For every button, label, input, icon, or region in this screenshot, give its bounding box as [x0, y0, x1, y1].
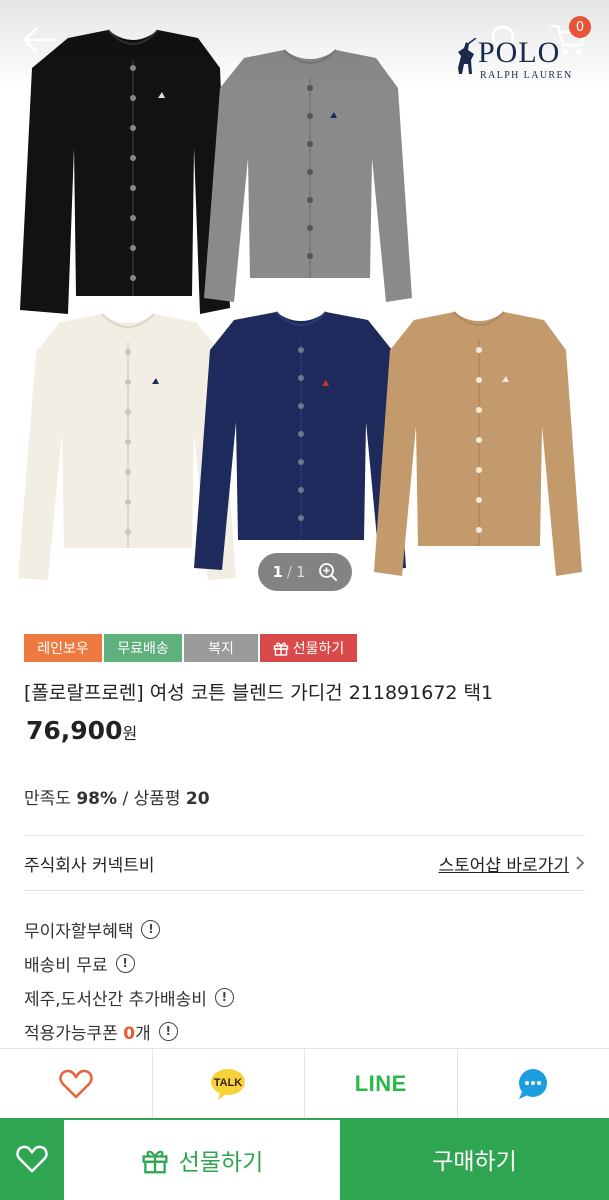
kakaotalk-label: TALK — [214, 1077, 243, 1089]
tag-welfare: 복지 — [184, 634, 258, 662]
tag-gift: 선물하기 — [260, 634, 357, 662]
product-image-camel-cardigan — [374, 311, 582, 576]
bottom-action-bar: 선물하기 구매하기 — [0, 1118, 609, 1200]
info-coupon-label: 적용가능쿠폰 — [24, 1023, 118, 1044]
tag-free-shipping: 무료배송 — [104, 634, 182, 662]
info-icon[interactable]: ! — [115, 953, 135, 973]
price-value: 76,900 — [26, 716, 123, 745]
chat-share-button[interactable] — [458, 1049, 609, 1118]
gift-button-label: 선물하기 — [178, 1150, 264, 1176]
image-counter-current: 1 — [272, 563, 283, 581]
store-shortcut-link[interactable]: 스토어샵 바로가기 — [438, 851, 585, 876]
info-coupon-unit: 개 — [135, 1023, 151, 1044]
chat-bubble-icon — [519, 1068, 548, 1099]
heart-icon — [58, 1069, 93, 1098]
polo-player-logo-icon — [458, 38, 477, 74]
product-title: [폴로랄프로렌] 여성 코튼 블렌드 가디건 211891672 택1 — [24, 682, 494, 704]
benefit-info-list: 무이자할부혜택 ! 배송비 무료 ! 제주,도서산간 추가배송비 ! 적용가능쿠… — [24, 912, 234, 1048]
satisfaction-value: 98% — [76, 789, 118, 809]
store-shortcut-label: 스토어샵 바로가기 — [438, 855, 569, 876]
review-count: 20 — [185, 789, 210, 809]
zoom-in-icon — [318, 563, 337, 581]
product-price: 76,900원 — [26, 716, 137, 745]
brand-logo: POLO RALPH LAUREN — [452, 36, 582, 86]
info-installment-label: 무이자할부혜택 — [24, 921, 134, 942]
info-icon[interactable]: ! — [158, 1021, 178, 1041]
info-extra-shipping-label: 제주,도서산간 추가배송비 — [24, 989, 207, 1010]
product-image-gallery[interactable]: 0 POLO RALPH LAUREN 1 / 1 — [0, 0, 609, 610]
info-extra-shipping: 제주,도서산간 추가배송비 ! — [24, 980, 234, 1014]
image-counter-zoom-button[interactable]: 1 / 1 — [258, 553, 352, 591]
store-name: 주식회사 커넥트비 — [24, 855, 155, 876]
kakaotalk-share-button[interactable]: TALK — [153, 1049, 305, 1118]
info-shipping-label: 배송비 무료 — [24, 955, 108, 976]
rating-separator: / — [122, 789, 129, 809]
info-shipping: 배송비 무료 ! — [24, 946, 234, 980]
buy-button-label: 구매하기 — [432, 1149, 517, 1175]
satisfaction-label: 만족도 — [24, 789, 71, 809]
review-label: 상품평 — [133, 789, 181, 809]
info-coupon: 적용가능쿠폰 0개 ! — [24, 1014, 234, 1048]
line-share-button[interactable]: LINE — [305, 1049, 458, 1118]
store-row: 주식회사 커넥트비 스토어샵 바로가기 — [24, 836, 585, 890]
brand-subtitle: RALPH LAUREN — [480, 70, 573, 81]
wishlist-button[interactable] — [0, 1118, 64, 1200]
info-installment: 무이자할부혜택 ! — [24, 912, 234, 946]
image-counter-total: 1 — [295, 563, 306, 581]
back-button[interactable] — [18, 22, 60, 58]
image-counter-separator: / — [286, 563, 292, 581]
share-row: TALK LINE — [0, 1048, 609, 1118]
wishlist-share-button[interactable] — [0, 1049, 153, 1118]
rating-summary[interactable]: 만족도 98% / 상품평 20 — [24, 784, 210, 809]
info-icon[interactable]: ! — [141, 919, 161, 939]
gift-button[interactable]: 선물하기 — [64, 1118, 340, 1200]
kakaotalk-icon: TALK — [211, 1068, 246, 1100]
tag-rainbow: 레인보우 — [24, 634, 102, 662]
gift-icon — [273, 642, 288, 656]
product-tags: 레인보우 무료배송 복지 선물하기 — [24, 634, 357, 662]
info-icon[interactable]: ! — [214, 987, 234, 1007]
info-coupon-text: 적용가능쿠폰 0개 — [24, 1019, 151, 1044]
info-coupon-count: 0 — [123, 1023, 136, 1044]
cart-count-badge: 0 — [569, 16, 591, 38]
chevron-right-icon — [576, 856, 585, 870]
arrow-left-icon — [23, 27, 56, 53]
price-unit: 원 — [122, 724, 138, 743]
brand-name: POLO — [478, 36, 561, 69]
gift-icon — [142, 1150, 168, 1174]
buy-button[interactable]: 구매하기 — [340, 1118, 609, 1200]
line-logo: LINE — [354, 1070, 407, 1096]
heart-icon — [16, 1145, 48, 1173]
tag-gift-label: 선물하기 — [292, 641, 345, 657]
divider — [24, 890, 585, 891]
